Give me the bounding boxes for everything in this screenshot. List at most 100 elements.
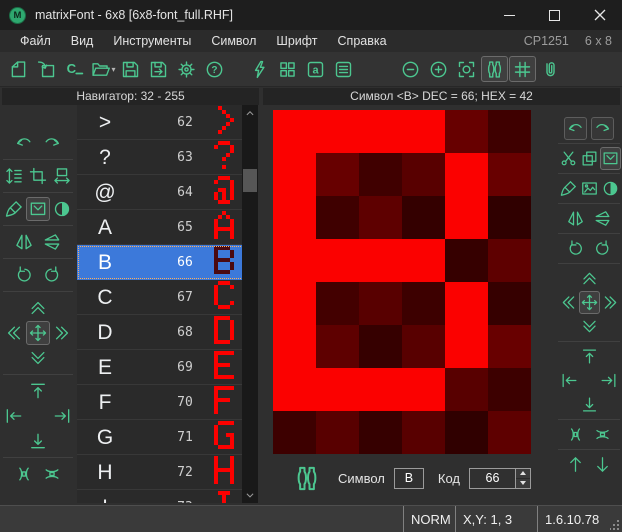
maximize-button[interactable] [532, 0, 577, 30]
pixel-cell-6-7[interactable] [488, 368, 531, 411]
font-properties-button[interactable] [330, 56, 357, 82]
pixel-cell-4-5[interactable] [402, 282, 445, 325]
menu-item-5[interactable]: Шрифт [266, 30, 327, 52]
save-font-as-button[interactable] [145, 56, 172, 82]
pixel-cell-4-6[interactable] [402, 325, 445, 368]
attach-button[interactable] [537, 56, 564, 82]
pixel-cell-5-1[interactable] [445, 110, 488, 153]
center-vertical-button[interactable] [40, 462, 64, 486]
char-height-button[interactable] [2, 164, 26, 188]
nav-row-63[interactable]: ?63 [77, 140, 258, 175]
clear-char-button[interactable] [2, 197, 26, 221]
pixel-cell-1-5[interactable] [273, 282, 316, 325]
center-vertical-button[interactable] [591, 423, 614, 446]
menu-item-1[interactable]: Файл [10, 30, 61, 52]
redo-button[interactable] [40, 131, 64, 155]
shift-left-button[interactable] [2, 321, 26, 345]
flip-horizontal-button[interactable] [564, 207, 587, 230]
menu-item-6[interactable]: Справка [328, 30, 397, 52]
spin-down-button[interactable] [516, 479, 530, 488]
invert-char-button[interactable] [600, 177, 621, 200]
pixel-cell-2-1[interactable] [316, 110, 359, 153]
new-from-system-font-button[interactable]: C [61, 56, 88, 82]
pixel-cell-4-2[interactable] [402, 153, 445, 196]
pixel-cell-6-4[interactable] [488, 239, 531, 282]
nav-row-62[interactable]: >62 [77, 105, 258, 140]
pixel-cell-3-8[interactable] [359, 411, 402, 454]
import-font-button[interactable] [33, 56, 60, 82]
snap-left-button[interactable] [558, 369, 581, 392]
center-horizontal-button[interactable] [564, 423, 587, 446]
pixel-cell-6-5[interactable] [488, 282, 531, 325]
pixel-cell-1-2[interactable] [273, 153, 316, 196]
settings-button[interactable] [173, 56, 200, 82]
symbol-properties-button[interactable]: a [302, 56, 329, 82]
preview-panel-button[interactable] [481, 56, 508, 82]
center-horizontal-button[interactable] [12, 462, 36, 486]
pixel-cell-2-3[interactable] [316, 196, 359, 239]
menu-item-2[interactable]: Вид [61, 30, 104, 52]
open-font-button[interactable]: ▾ [89, 56, 116, 82]
pixel-cell-4-1[interactable] [402, 110, 445, 153]
effects-button[interactable] [246, 56, 273, 82]
flip-vertical-button[interactable] [591, 207, 614, 230]
toggle-grid-button[interactable] [509, 56, 536, 82]
redo-button[interactable] [591, 117, 614, 140]
crop-char-button[interactable] [26, 164, 50, 188]
zoom-in-button[interactable] [425, 56, 452, 82]
nav-row-68[interactable]: D68 [77, 315, 258, 350]
code-spinner[interactable]: 66 [469, 468, 531, 489]
snap-top-button[interactable] [578, 345, 601, 368]
pixel-cell-2-8[interactable] [316, 411, 359, 454]
pixel-cell-1-7[interactable] [273, 368, 316, 411]
shift-right-button[interactable] [50, 321, 74, 345]
undo-button[interactable] [564, 117, 587, 140]
menu-item-3[interactable]: Инструменты [103, 30, 201, 52]
pixel-cell-1-6[interactable] [273, 325, 316, 368]
save-font-button[interactable] [117, 56, 144, 82]
snap-left-button[interactable] [2, 404, 26, 428]
nav-row-69[interactable]: E69 [77, 350, 258, 385]
pixel-cell-6-3[interactable] [488, 196, 531, 239]
nav-row-70[interactable]: F70 [77, 385, 258, 420]
pixel-cell-5-8[interactable] [445, 411, 488, 454]
spin-up-button[interactable] [516, 469, 530, 479]
import-image-button[interactable] [579, 177, 600, 200]
shift-down-button[interactable] [26, 346, 50, 370]
pixel-cell-1-1[interactable] [273, 110, 316, 153]
pixel-cell-6-8[interactable] [488, 411, 531, 454]
copy-button[interactable] [579, 147, 600, 170]
paste-mode-button[interactable] [26, 197, 50, 221]
pixel-cell-4-3[interactable] [402, 196, 445, 239]
pixel-cell-1-8[interactable] [273, 411, 316, 454]
minimize-button[interactable] [487, 0, 532, 30]
scroll-up-button[interactable] [242, 106, 258, 120]
shift-down-button[interactable] [578, 315, 601, 338]
navigator-scrollbar[interactable] [242, 105, 258, 503]
rotate-right-button[interactable] [591, 237, 614, 260]
char-width-button[interactable] [50, 164, 74, 188]
pixel-cell-1-4[interactable] [273, 239, 316, 282]
symbol-input[interactable]: B [394, 468, 424, 489]
nav-row-65[interactable]: A65 [77, 210, 258, 245]
pixel-cell-2-4[interactable] [316, 239, 359, 282]
pixel-cell-6-6[interactable] [488, 325, 531, 368]
pixel-cell-5-4[interactable] [445, 239, 488, 282]
clear-char-button[interactable] [558, 177, 579, 200]
scroll-down-button[interactable] [242, 488, 258, 502]
rotate-left-button[interactable] [564, 237, 587, 260]
nav-row-67[interactable]: C67 [77, 280, 258, 315]
snap-right-button[interactable] [597, 369, 620, 392]
nav-row-72[interactable]: H72 [77, 455, 258, 490]
nav-row-64[interactable]: @64 [77, 175, 258, 210]
close-button[interactable] [577, 0, 622, 30]
previous-char-button[interactable] [564, 453, 587, 476]
pixel-cell-2-7[interactable] [316, 368, 359, 411]
nav-row-66[interactable]: B66 [77, 245, 258, 280]
cut-button[interactable] [558, 147, 579, 170]
zoom-fit-button[interactable] [453, 56, 480, 82]
pixel-cell-1-3[interactable] [273, 196, 316, 239]
zoom-out-button[interactable] [397, 56, 424, 82]
rotate-right-button[interactable] [40, 263, 64, 287]
scrollbar-thumb[interactable] [243, 169, 257, 192]
